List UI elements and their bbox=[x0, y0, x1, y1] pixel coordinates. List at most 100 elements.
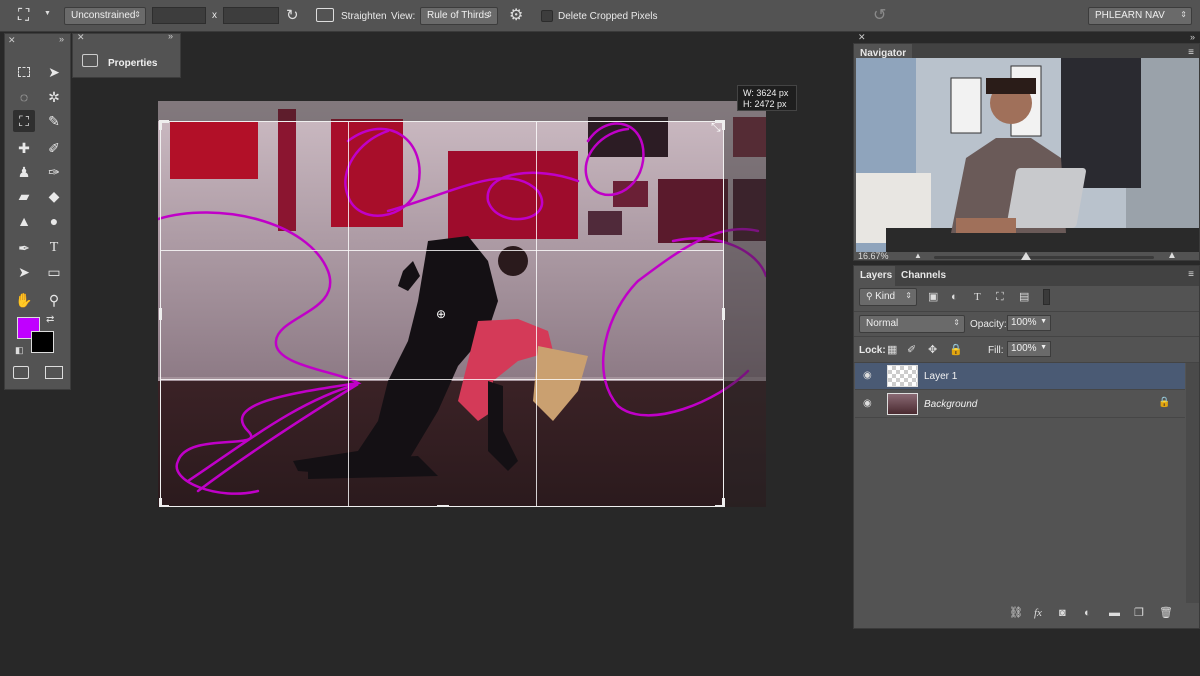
adjustment-layer-icon[interactable]: ◐ bbox=[1084, 606, 1091, 620]
crop-center-icon[interactable]: ⊕ bbox=[436, 307, 446, 321]
crop-handle-br[interactable] bbox=[715, 498, 725, 507]
lock-image-icon[interactable]: ✐ bbox=[907, 343, 916, 357]
search-icon: ⚲ bbox=[866, 291, 876, 301]
panel-collapse-icon[interactable]: » bbox=[1190, 32, 1195, 42]
crop-handle-bl[interactable] bbox=[159, 498, 169, 507]
chevron-down-icon[interactable]: ▼ bbox=[1040, 318, 1047, 325]
tab-channels[interactable]: Channels bbox=[895, 266, 953, 286]
tab-layers[interactable]: Layers bbox=[854, 266, 899, 286]
lasso-tool-icon[interactable]: ◌ bbox=[13, 86, 35, 108]
new-layer-icon[interactable]: ❐ bbox=[1134, 606, 1144, 620]
filter-type-icon[interactable]: T bbox=[974, 290, 981, 304]
crop-width-input[interactable] bbox=[152, 7, 206, 24]
panel-collapse-icon[interactable]: » bbox=[59, 34, 64, 44]
crop-height-input[interactable] bbox=[223, 7, 279, 24]
swap-dimensions-icon[interactable]: ↻ bbox=[286, 6, 299, 24]
panel-close-icon[interactable]: ✕ bbox=[858, 32, 866, 43]
eye-icon[interactable]: ◉ bbox=[863, 398, 875, 410]
delete-cropped-checkbox[interactable] bbox=[541, 10, 553, 22]
eye-icon[interactable]: ◉ bbox=[863, 370, 875, 382]
history-brush-tool-icon[interactable]: ✑ bbox=[43, 161, 65, 183]
straighten-button[interactable]: Straighten bbox=[341, 11, 387, 22]
lock-transparent-icon[interactable]: ▦ bbox=[887, 343, 897, 357]
quick-mask-icon[interactable] bbox=[13, 366, 29, 379]
properties-icon[interactable] bbox=[82, 54, 98, 67]
chevron-down-icon[interactable]: ▼ bbox=[1040, 344, 1047, 351]
blend-mode-select[interactable]: Normal ⇕ bbox=[859, 315, 965, 333]
crop-handle-bottom[interactable] bbox=[437, 505, 449, 507]
straighten-icon[interactable] bbox=[316, 8, 334, 22]
add-mask-icon[interactable]: ◙ bbox=[1059, 606, 1066, 620]
opacity-input[interactable]: 100% ▼ bbox=[1007, 315, 1051, 331]
filter-toggle-switch[interactable] bbox=[1043, 289, 1050, 305]
layer-style-fx-icon[interactable]: fx bbox=[1034, 606, 1042, 620]
options-bar: ⛶ ▼ Unconstrained ⇕ x ↻ Straighten View: … bbox=[0, 0, 1200, 32]
layers-scrollbar[interactable] bbox=[1186, 363, 1199, 603]
filter-shape-icon[interactable]: ⛶ bbox=[996, 290, 1004, 304]
screen-mode-icon[interactable] bbox=[45, 366, 63, 379]
times-sign: x bbox=[212, 10, 217, 21]
crop-handle-tl[interactable] bbox=[159, 120, 169, 130]
workspace-select[interactable]: PHLEARN NAV ⇕ bbox=[1088, 7, 1192, 25]
overlay-select[interactable]: Rule of Thirds ⇕ bbox=[420, 7, 498, 25]
zoom-in-icon[interactable]: ▲ bbox=[1167, 250, 1177, 261]
zoom-slider-thumb[interactable] bbox=[1021, 252, 1032, 260]
zoom-out-icon[interactable]: ▲ bbox=[914, 251, 922, 260]
panel-close-icon[interactable]: ✕ bbox=[8, 35, 16, 46]
zoom-slider-track[interactable] bbox=[934, 252, 1154, 260]
thirds-line-v2 bbox=[536, 122, 537, 506]
trash-icon[interactable]: 🗑 bbox=[1159, 606, 1173, 620]
blur-tool-icon[interactable]: ▲ bbox=[13, 210, 35, 232]
filter-smartobject-icon[interactable]: ▤ bbox=[1019, 290, 1029, 304]
layer-row[interactable]: ◉ Background 🔒 bbox=[855, 391, 1185, 418]
crop-box[interactable]: ⊕ bbox=[159, 120, 725, 507]
panel-menu-icon[interactable]: ≡ bbox=[1188, 269, 1194, 280]
default-colors-icon[interactable]: ◧ bbox=[15, 345, 24, 356]
paint-bucket-tool-icon[interactable]: ◆ bbox=[43, 185, 65, 207]
lock-all-icon[interactable]: 🔒 bbox=[949, 343, 963, 357]
panel-close-icon[interactable]: ✕ bbox=[77, 32, 85, 43]
eraser-tool-icon[interactable]: ▰ bbox=[13, 185, 35, 207]
background-color-swatch[interactable] bbox=[31, 331, 54, 353]
crop-tool-icon[interactable]: ⛶ bbox=[13, 110, 35, 132]
lock-position-icon[interactable]: ✥ bbox=[928, 343, 937, 357]
eyedropper-tool-icon[interactable]: ✎ bbox=[43, 110, 65, 132]
cancel-crop-icon[interactable]: ↺ bbox=[873, 5, 886, 25]
zoom-tool-icon[interactable]: ⚲ bbox=[43, 289, 65, 311]
brush-tool-icon[interactable]: ✐ bbox=[43, 137, 65, 159]
layer-name[interactable]: Background bbox=[924, 399, 977, 410]
navigator-zoom-value[interactable]: 16.67% bbox=[858, 251, 889, 261]
hand-tool-icon[interactable]: ✋ bbox=[13, 289, 35, 311]
gear-icon[interactable]: ⚙ bbox=[509, 5, 523, 25]
move-tool-icon[interactable]: ➤ bbox=[43, 61, 65, 83]
type-tool-icon[interactable]: T bbox=[43, 237, 65, 259]
marquee-tool-icon[interactable] bbox=[13, 61, 35, 83]
layer-row[interactable]: ◉ Layer 1 bbox=[855, 363, 1185, 390]
crop-tool-preset-icon[interactable]: ⛶ bbox=[18, 6, 40, 26]
rectangle-tool-icon[interactable]: ▭ bbox=[43, 261, 65, 283]
filter-pixel-icon[interactable]: ▣ bbox=[928, 290, 938, 304]
clone-stamp-tool-icon[interactable]: ♟ bbox=[13, 161, 35, 183]
magic-wand-tool-icon[interactable]: ✲ bbox=[43, 86, 65, 108]
layers-tabbar: Layers Channels ≡ bbox=[854, 266, 1199, 286]
healing-brush-tool-icon[interactable]: ✚ bbox=[13, 137, 35, 159]
ratio-preset-select[interactable]: Unconstrained ⇕ bbox=[64, 7, 146, 25]
panel-menu-icon[interactable]: ≡ bbox=[1188, 47, 1194, 58]
pen-tool-icon[interactable]: ✒ bbox=[13, 237, 35, 259]
document-canvas[interactable]: ⊕ bbox=[158, 101, 766, 507]
filter-adjustment-icon[interactable]: ◐ bbox=[951, 290, 958, 304]
panel-expand-icon[interactable]: » bbox=[168, 31, 173, 41]
fill-input[interactable]: 100% ▼ bbox=[1007, 341, 1051, 357]
new-group-icon[interactable]: ▬ bbox=[1109, 606, 1120, 620]
layer-filter-select[interactable]: ⚲ Kind ⇕ bbox=[859, 288, 917, 306]
dodge-tool-icon[interactable]: ● bbox=[43, 210, 65, 232]
swap-colors-icon[interactable]: ⇄ bbox=[46, 314, 54, 325]
navigator-preview[interactable] bbox=[856, 58, 1199, 252]
path-selection-tool-icon[interactable]: ➤ bbox=[13, 261, 35, 283]
link-layers-icon[interactable]: ⛓ bbox=[1009, 606, 1023, 620]
layer-name[interactable]: Layer 1 bbox=[924, 371, 957, 382]
properties-title[interactable]: Properties bbox=[108, 58, 157, 69]
preset-dropdown-arrow-icon[interactable]: ▼ bbox=[44, 10, 51, 17]
crop-handle-right[interactable] bbox=[722, 308, 725, 320]
crop-handle-left[interactable] bbox=[159, 308, 162, 320]
